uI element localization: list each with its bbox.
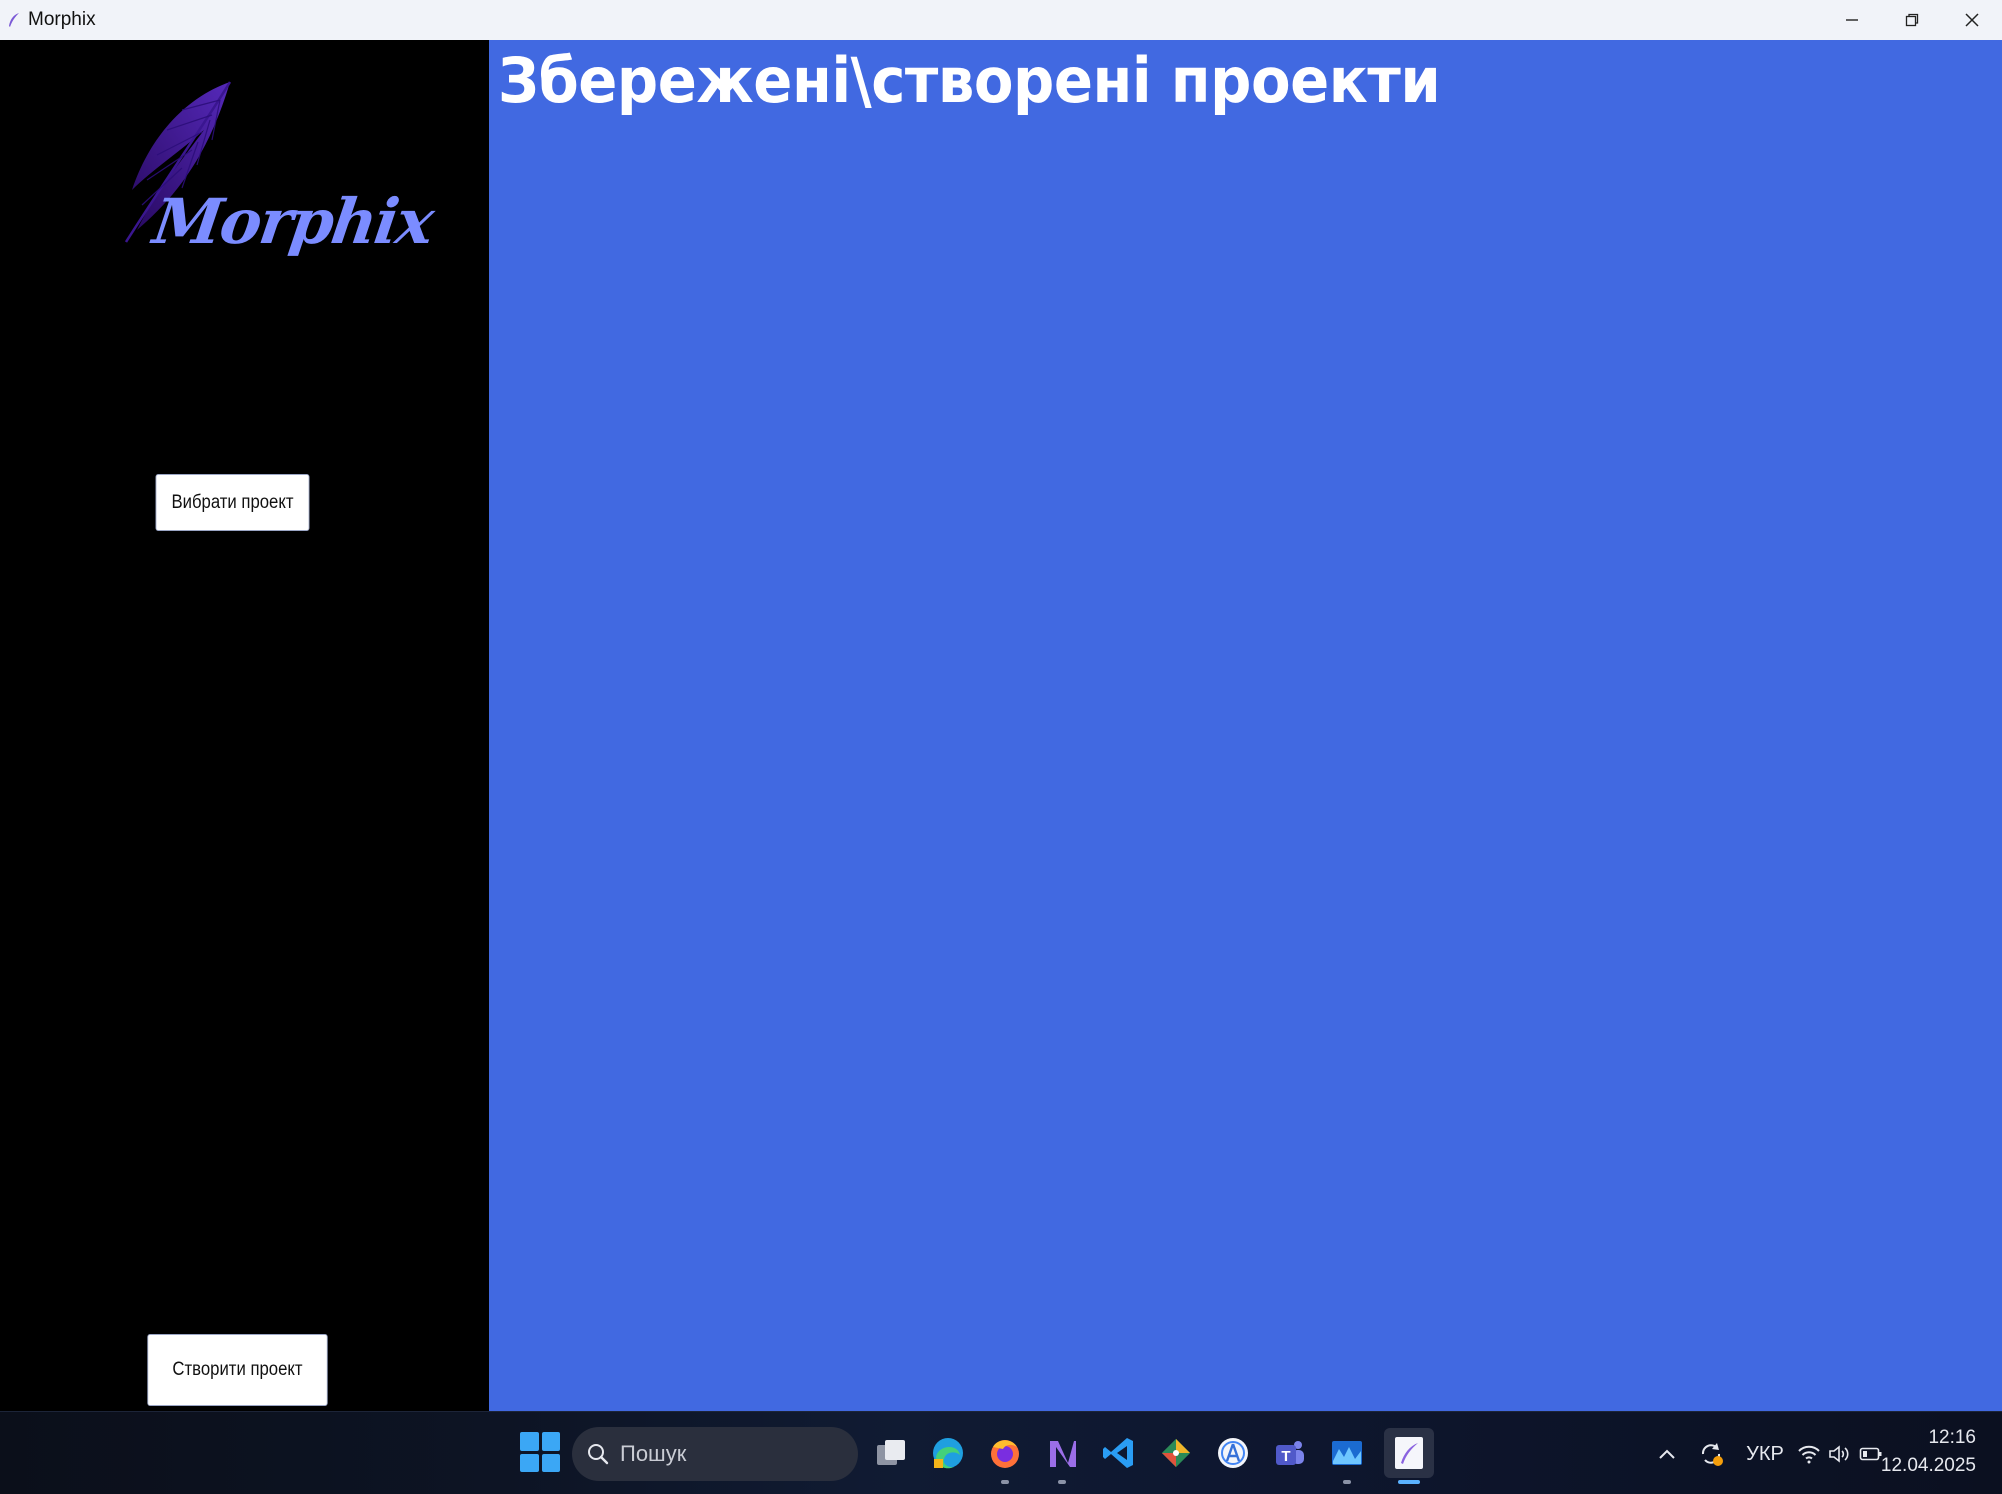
morphix-taskbar-button[interactable]	[1384, 1428, 1434, 1484]
select-project-button[interactable]: Вибрати проект	[155, 474, 310, 531]
morphix-icon	[1395, 1437, 1423, 1469]
volume-status[interactable]	[1826, 1434, 1852, 1474]
windows-logo-tile	[520, 1453, 539, 1472]
logo: Morphix	[112, 70, 437, 300]
tray-overflow-button[interactable]	[1654, 1434, 1680, 1474]
minimize-icon	[1846, 19, 1858, 21]
window-controls	[1822, 0, 2002, 40]
sync-status-button[interactable]	[1694, 1434, 1728, 1474]
task-view-button[interactable]	[866, 1428, 916, 1478]
firefox-icon	[991, 1440, 1019, 1468]
search-icon	[588, 1444, 609, 1465]
wifi-status[interactable]	[1796, 1434, 1822, 1474]
teams-button[interactable]: T	[1265, 1428, 1315, 1478]
close-icon	[1965, 13, 1979, 27]
active-indicator	[1398, 1480, 1420, 1484]
vscode-icon	[1103, 1438, 1133, 1468]
taskbar-search[interactable]: Пошук	[572, 1427, 858, 1481]
edge-icon	[933, 1438, 963, 1469]
page-title: Збережені\створені проекти	[498, 44, 1441, 117]
firefox-button[interactable]	[980, 1428, 1030, 1484]
create-project-button[interactable]: Створити проект	[147, 1334, 328, 1406]
battery-icon	[1859, 1447, 1882, 1461]
running-indicator	[1058, 1480, 1066, 1484]
clock-date: 12.04.2025	[1880, 1455, 1976, 1476]
running-indicator	[1001, 1480, 1009, 1484]
task-view-icon	[877, 1440, 905, 1465]
taskbar: Пошук T УКР 12:16 12.04.2025	[0, 1411, 2002, 1494]
speaker-icon	[1829, 1445, 1849, 1463]
svg-text:T: T	[1281, 1448, 1290, 1465]
edge-button[interactable]	[923, 1428, 973, 1478]
sidebar: Morphix Вибрати проект Створити проект	[0, 40, 489, 1411]
windows-logo-tile	[520, 1432, 539, 1451]
teams-icon: T	[1276, 1441, 1304, 1465]
clock-time: 12:16	[1928, 1427, 1976, 1448]
git-icon	[1161, 1438, 1191, 1468]
git-button[interactable]	[1151, 1428, 1201, 1478]
restore-icon	[1905, 13, 1919, 27]
wifi-icon	[1798, 1445, 1820, 1464]
monitor-icon	[1332, 1441, 1362, 1465]
feather-icon	[6, 11, 22, 29]
chevron-up-icon	[1659, 1449, 1675, 1459]
title-bar: Morphix	[0, 0, 2002, 40]
sync-icon	[1701, 1443, 1723, 1466]
language-indicator[interactable]: УКР	[1742, 1434, 1788, 1474]
projects-panel: Збережені\створені проекти	[489, 40, 2002, 1411]
windows-logo-tile	[541, 1453, 560, 1472]
search-placeholder: Пошук	[620, 1441, 687, 1466]
logo-text: Morphix	[148, 185, 437, 258]
taskbar-clock[interactable]: 12:16 12.04.2025	[1881, 1424, 1976, 1480]
window-title: Morphix	[28, 9, 96, 30]
minimize-button[interactable]	[1822, 0, 1882, 40]
restore-button[interactable]	[1882, 0, 1942, 40]
android-studio-button[interactable]	[1208, 1428, 1258, 1478]
android-studio-icon	[1218, 1438, 1248, 1468]
windows-logo-tile	[541, 1432, 560, 1451]
vscode-button[interactable]	[1094, 1428, 1144, 1478]
running-indicator	[1343, 1480, 1351, 1484]
monitor-button[interactable]	[1322, 1428, 1372, 1484]
start-button[interactable]	[520, 1432, 560, 1472]
visual-studio-icon	[1050, 1441, 1076, 1467]
visual-studio-button[interactable]	[1037, 1428, 1087, 1484]
close-button[interactable]	[1942, 0, 2002, 40]
